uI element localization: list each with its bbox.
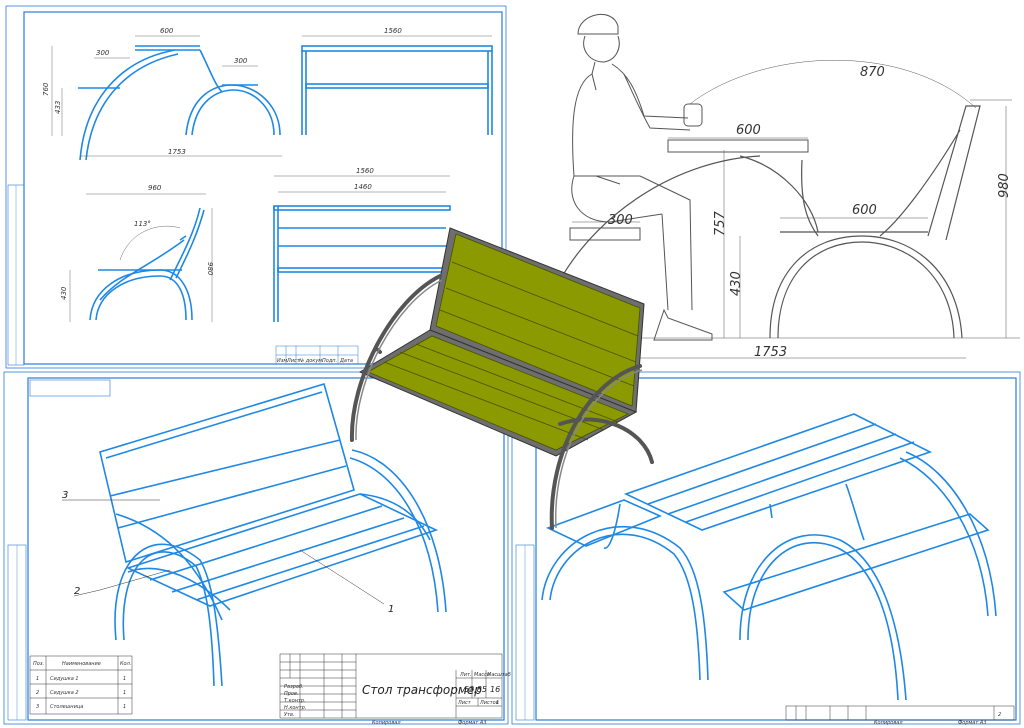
tb3-scale-label: Масштаб (487, 672, 511, 678)
tb1-date: Дата (339, 358, 353, 364)
dim-600: 600 (160, 27, 174, 35)
part-1-pos: 1 (36, 676, 39, 682)
dim-1560a: 1560 (384, 27, 402, 35)
sheet-3: 3 2 1 Поз. Наименование Кол. 1 Сидушка 1… (3, 371, 511, 726)
tb4-format: Формат A3 (958, 720, 986, 726)
dim-300b: 300 (234, 57, 248, 65)
tb3-row-checker: Пров. (284, 691, 299, 697)
drawing-canvas: 600 300 300 760 433 1753 1560 960 113° 9… (3, 5, 1021, 726)
tb3-copied: Копировал (372, 720, 401, 726)
dim-1460: 1460 (354, 183, 372, 191)
part-2-qty: 1 (123, 690, 126, 696)
tb3-row-approved: Утв. (284, 712, 295, 718)
callout-1: 1 (388, 604, 394, 615)
parts-header-qty: Кол. (120, 661, 131, 667)
dim-430a: 430 (60, 286, 68, 300)
dim-600-seat: 600 (852, 203, 877, 218)
part-2-name: Сидушка 2 (50, 690, 79, 696)
callout-2: 2 (74, 586, 80, 597)
part-1-qty: 1 (123, 676, 126, 682)
dim-600-top: 600 (736, 123, 761, 138)
dim-980a: 980 (206, 262, 214, 276)
dim-433: 433 (54, 101, 62, 114)
sheet-1: 600 300 300 760 433 1753 1560 960 113° 9… (5, 5, 507, 369)
dim-300-seat: 300 (608, 213, 633, 228)
dim-1753: 1753 (168, 148, 186, 156)
tb3-mass: 53,85 (464, 685, 487, 694)
parts-header-name: Наименование (62, 661, 101, 667)
tb3-sheets-count: 1 (496, 700, 499, 706)
part-3-pos: 3 (36, 704, 39, 710)
dim-1560b: 1560 (356, 167, 374, 175)
part-3-name: Столешница (50, 704, 83, 710)
tb3-sheet-label: Лист (457, 700, 472, 706)
dim-960: 960 (148, 184, 162, 192)
dim-870: 870 (860, 65, 885, 80)
dim-1753b: 1753 (754, 345, 787, 360)
part-1-name: Сидушка 1 (50, 676, 79, 682)
dim-430b: 430 (729, 271, 744, 296)
dim-757: 757 (713, 210, 728, 236)
tb3-scale: 16 (490, 685, 500, 694)
dim-760: 760 (42, 82, 50, 96)
tb3-row-tcontrol: Т.контр. (284, 698, 306, 704)
dim-300a: 300 (96, 49, 110, 57)
part-3-qty: 1 (123, 704, 126, 710)
tb4-copied: Копировал (874, 720, 903, 726)
tb3-lit-label: Лит. (459, 672, 472, 678)
tb3-row-ncontrol: Н.контр. (284, 705, 306, 711)
tb3-row-developer: Разраб. (284, 684, 304, 690)
dim-980b: 980 (997, 173, 1012, 198)
callout-3: 3 (62, 490, 68, 501)
tb1-doc: № докум. (298, 358, 324, 364)
parts-header-pos: Поз. (33, 661, 44, 667)
tb3-format: Формат A3 (458, 720, 486, 726)
dim-113: 113° (134, 220, 151, 228)
tb4-sheet-no: 2 (998, 712, 1001, 718)
tb1-sign: Подп. (322, 358, 337, 364)
part-2-pos: 2 (36, 690, 39, 696)
